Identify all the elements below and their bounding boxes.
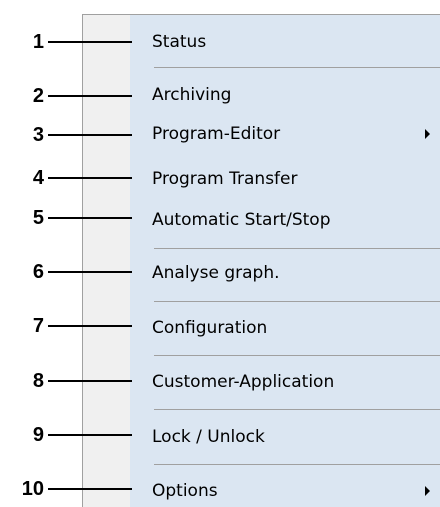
menu-item-label: Program Transfer	[152, 169, 298, 189]
menu-item-label: Program-Editor	[152, 124, 281, 144]
menu-item-lock-unlock[interactable]: Lock / Unlock	[130, 422, 440, 452]
menu-separator	[154, 464, 440, 465]
menu-item-configuration[interactable]: Configuration	[130, 313, 440, 343]
callout-8: 8	[0, 369, 132, 392]
menu-item-customer-application[interactable]: Customer-Application	[130, 367, 440, 397]
menu-item-label: Analyse graph.	[152, 263, 280, 283]
callout-5: 5	[0, 206, 132, 229]
menu-item-program-transfer[interactable]: Program Transfer	[130, 164, 440, 194]
callout-line	[48, 217, 132, 219]
menu-item-label: Lock / Unlock	[152, 427, 265, 447]
callout-10: 10	[0, 477, 132, 500]
callout-3: 3	[0, 123, 132, 146]
menu-item-label: Customer-Application	[152, 372, 335, 392]
callout-4: 4	[0, 166, 132, 189]
callout-line	[48, 134, 132, 136]
menu-separator	[154, 355, 440, 356]
chevron-right-icon	[425, 129, 430, 139]
callout-6: 6	[0, 260, 132, 283]
menu-item-options[interactable]: Options	[130, 476, 440, 506]
callout-9: 9	[0, 423, 132, 446]
callout-line	[48, 177, 132, 179]
menu-item-label: Archiving	[152, 85, 232, 105]
menu-item-program-editor[interactable]: Program-Editor	[130, 119, 440, 149]
callout-number: 2	[32, 84, 44, 107]
callout-number: 3	[32, 123, 44, 146]
menu-separator	[154, 409, 440, 410]
callout-line	[48, 434, 132, 436]
callout-number: 1	[32, 30, 44, 53]
callout-number: 9	[32, 423, 44, 446]
menu-item-label: Options	[152, 481, 218, 501]
callout-number: 10	[21, 477, 44, 500]
menu-item-automatic-start-stop[interactable]: Automatic Start/Stop	[130, 205, 440, 235]
callout-line	[48, 41, 132, 43]
callout-1: 1	[0, 30, 132, 53]
callout-number: 4	[32, 166, 44, 189]
menu-separator	[154, 248, 440, 249]
menu-item-status[interactable]: Status	[130, 27, 440, 57]
callout-line	[48, 325, 132, 327]
menu-item-label: Status	[152, 32, 207, 52]
callout-number: 8	[32, 369, 44, 392]
menu-item-analyse-graph[interactable]: Analyse graph.	[130, 258, 440, 288]
callout-number: 7	[32, 314, 44, 337]
callout-7: 7	[0, 314, 132, 337]
context-menu: Status Archiving Program-Editor Program …	[82, 14, 440, 507]
menu-separator	[154, 67, 440, 68]
callout-line	[48, 488, 132, 490]
callout-line	[48, 95, 132, 97]
menu-body: Status Archiving Program-Editor Program …	[130, 15, 440, 507]
menu-item-label: Configuration	[152, 318, 268, 338]
menu-separator	[154, 301, 440, 302]
menu-item-archiving[interactable]: Archiving	[130, 80, 440, 110]
menu-item-label: Automatic Start/Stop	[152, 210, 331, 230]
callout-number: 6	[32, 260, 44, 283]
callout-2: 2	[0, 84, 132, 107]
callout-line	[48, 271, 132, 273]
chevron-right-icon	[425, 486, 430, 496]
callout-number: 5	[32, 206, 44, 229]
callout-line	[48, 380, 132, 382]
